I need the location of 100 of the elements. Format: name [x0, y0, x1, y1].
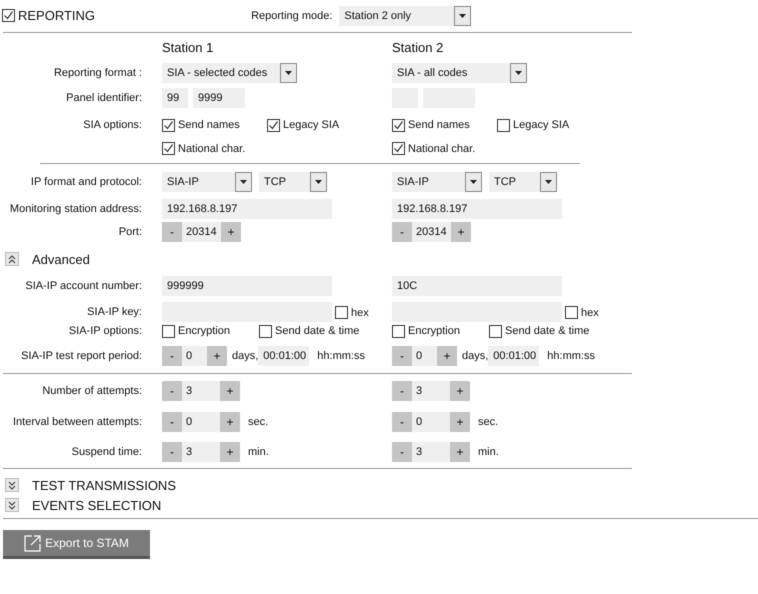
column-header: Station 2 [391, 40, 444, 54]
dropdown-field[interactable]: SIA - all codes [392, 62, 510, 82]
number-field[interactable]: 0 [412, 346, 437, 366]
caret-icon [285, 70, 292, 74]
decrement-button[interactable]: - [392, 381, 412, 401]
caret-icon [470, 180, 477, 184]
decrement-button[interactable]: - [392, 442, 412, 462]
dropdown-arrow-button[interactable] [465, 172, 482, 192]
caret-icon [515, 70, 522, 74]
text-field[interactable]: 9999 [193, 88, 245, 108]
dropdown-arrow-button[interactable] [280, 62, 297, 82]
increment-button[interactable]: + [221, 222, 241, 242]
expand-button[interactable] [5, 478, 19, 492]
checkbox[interactable] [2, 9, 15, 22]
checkbox-label: Send date & time [505, 325, 590, 337]
decrement-button[interactable]: - [162, 346, 182, 366]
number-field[interactable]: 3 [412, 442, 450, 462]
dropdown-field[interactable]: SIA - selected codes [162, 62, 280, 82]
dropdown-arrow-button[interactable] [235, 172, 252, 192]
field-label: IP format and protocol: [30, 176, 143, 188]
field-label: Number of attempts: [42, 385, 143, 397]
increment-button[interactable]: + [450, 412, 470, 432]
field-label: Port: [118, 226, 143, 238]
increment-button[interactable]: + [450, 381, 470, 401]
dropdown-field[interactable]: TCP [489, 172, 540, 192]
checkbox[interactable] [267, 118, 280, 132]
increment-button[interactable]: + [220, 381, 240, 401]
expand-icon [8, 480, 16, 490]
collapse-icon [8, 254, 16, 264]
field-label: SIA-IP account number: [25, 280, 143, 292]
decrement-button[interactable]: - [162, 222, 182, 242]
decrement-button[interactable]: - [392, 412, 412, 432]
checkbox-label: Encryption [178, 325, 230, 337]
caret-icon [240, 180, 247, 184]
decrement-button[interactable]: - [162, 412, 182, 432]
checkbox[interactable] [489, 324, 502, 338]
field-label: Panel identifier: [66, 92, 143, 104]
dropdown-arrow-button[interactable] [540, 172, 557, 192]
expand-button[interactable] [5, 498, 19, 512]
checkbox[interactable] [392, 142, 405, 155]
number-field[interactable]: 3 [182, 381, 220, 401]
text-field[interactable]: 99 [162, 88, 188, 108]
increment-button[interactable]: + [207, 346, 227, 366]
checkbox[interactable] [497, 118, 510, 132]
unit-label: sec. [478, 416, 498, 428]
number-field[interactable]: 0 [412, 412, 450, 432]
checkbox[interactable] [565, 306, 578, 319]
checkbox-label: Legacy SIA [283, 119, 340, 131]
increment-button[interactable]: + [220, 442, 240, 462]
checkbox-label: National char. [408, 142, 476, 154]
decrement-button[interactable]: - [162, 442, 182, 462]
checkbox[interactable] [162, 142, 175, 155]
checkbox[interactable] [162, 118, 175, 132]
number-field[interactable]: 0 [182, 346, 207, 366]
increment-button[interactable]: + [437, 346, 457, 366]
increment-button[interactable]: + [220, 412, 240, 432]
checkbox[interactable] [162, 324, 175, 338]
field-label: Reporting mode: [251, 10, 332, 22]
caret-icon [315, 180, 322, 184]
dropdown-field[interactable]: SIA-IP [162, 172, 235, 192]
dropdown-arrow-button[interactable] [310, 172, 327, 192]
text-field[interactable]: 192.168.8.197 [162, 199, 332, 219]
collapse-button[interactable] [5, 252, 19, 266]
section-title: TEST TRANSMISSIONS [32, 478, 176, 492]
unit-label: days, [232, 350, 258, 362]
text-field[interactable]: 192.168.8.197 [392, 199, 562, 219]
checkbox[interactable] [392, 324, 405, 338]
checkbox-label: Legacy SIA [513, 119, 570, 131]
checkbox-label: hex [351, 306, 369, 318]
dropdown-field[interactable]: TCP [259, 172, 310, 192]
dropdown-field[interactable]: SIA-IP [392, 172, 465, 192]
time-field[interactable]: 00:01:00 [258, 346, 310, 366]
caret-icon [459, 14, 466, 18]
checkbox[interactable] [392, 118, 405, 132]
checkbox-label: National char. [178, 142, 246, 154]
section-title: REPORTING [18, 8, 96, 23]
increment-button[interactable]: + [451, 222, 471, 242]
dropdown-arrow-button[interactable] [454, 6, 472, 26]
number-field[interactable]: 20314 [412, 222, 451, 242]
export-button[interactable]: Export to STAM [3, 530, 150, 559]
number-field[interactable]: 0 [182, 412, 220, 432]
time-field[interactable]: 00:01:00 [488, 346, 540, 366]
decrement-button[interactable]: - [392, 222, 412, 242]
number-field[interactable]: 3 [182, 442, 220, 462]
decrement-button[interactable]: - [392, 346, 412, 366]
checkbox[interactable] [335, 306, 348, 319]
checkbox-label: Send names [178, 119, 240, 131]
number-field[interactable]: 3 [412, 381, 450, 401]
expand-icon [8, 500, 16, 510]
increment-button[interactable]: + [450, 442, 470, 462]
text-field[interactable]: 999999 [162, 276, 332, 296]
field-label: SIA options: [83, 119, 143, 131]
text-field[interactable]: 10C [392, 276, 562, 296]
field-label: Reporting format : [54, 66, 143, 78]
checkbox[interactable] [259, 324, 272, 338]
dropdown-field[interactable]: Station 2 only [339, 6, 454, 26]
decrement-button[interactable]: - [162, 381, 182, 401]
section-title: EVENTS SELECTION [32, 498, 162, 512]
number-field[interactable]: 20314 [182, 222, 221, 242]
dropdown-arrow-button[interactable] [510, 62, 527, 82]
